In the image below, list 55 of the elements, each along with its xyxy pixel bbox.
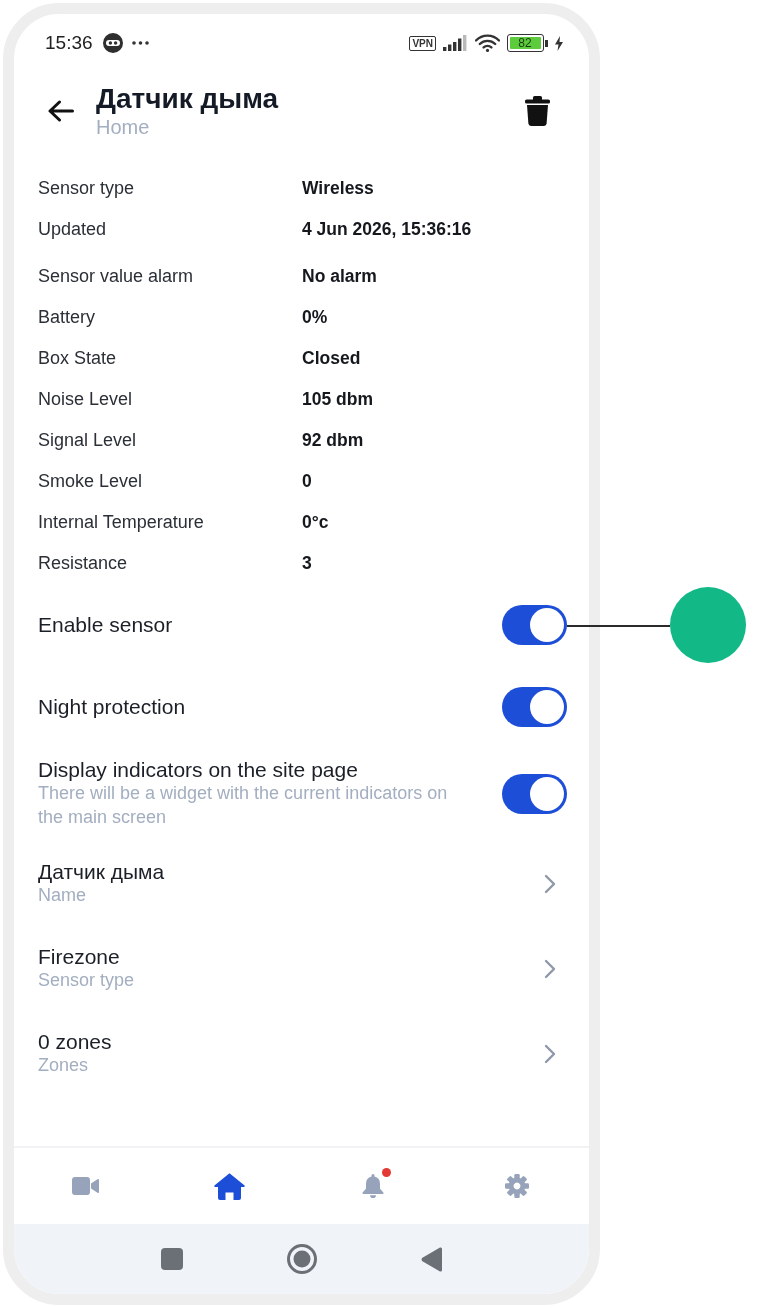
toggle-switch[interactable]	[502, 687, 567, 727]
detail-value: Wireless	[302, 178, 374, 199]
chevron-right-icon[interactable]	[544, 958, 556, 979]
battery-indicator: 82	[507, 34, 548, 52]
detail-value: 3	[302, 553, 312, 574]
detail-value: 0°c	[302, 512, 329, 533]
trash-icon[interactable]	[525, 96, 550, 126]
detail-label: Sensor value alarm	[38, 266, 194, 287]
toggle-description: There will be a widget with the current indicators on the main screen	[38, 782, 449, 829]
detail-value: No alarm	[302, 266, 377, 287]
toggle-label: Display indicators on the site page	[38, 758, 358, 782]
detail-label: Battery	[38, 307, 96, 328]
setting-subtitle: Zones	[38, 1054, 89, 1077]
circle-icon[interactable]	[287, 1244, 317, 1274]
screen-subtitle: Home	[96, 115, 150, 139]
signal-icon	[443, 35, 468, 51]
setting-subtitle: Name	[38, 884, 86, 907]
setting-title[interactable]: Firezone	[38, 945, 120, 968]
charging-bolt-icon	[555, 35, 563, 51]
chevron-right-icon[interactable]	[544, 1043, 556, 1064]
detail-label: Updated	[38, 219, 107, 240]
toggle-label: Enable sensor	[38, 613, 173, 637]
home-icon[interactable]	[214, 1172, 246, 1200]
toggle-label: Night protection	[38, 695, 186, 719]
detail-label: Sensor type	[38, 178, 135, 199]
chevron-right-icon[interactable]	[544, 873, 556, 894]
detail-value: 105 dbm	[302, 389, 373, 410]
settings-icon[interactable]	[505, 1174, 530, 1198]
detail-label: Signal Level	[38, 430, 137, 451]
more-icon	[131, 41, 149, 45]
detail-label: Internal Temperature	[38, 512, 204, 533]
detail-label: Box State	[38, 348, 117, 369]
detail-label: Smoke Level	[38, 471, 143, 492]
ninja-icon	[102, 33, 123, 53]
status-time: 15:36	[45, 32, 93, 54]
detail-value: 0	[302, 471, 312, 492]
detail-value: 4 Jun 2026, 15:36:16	[302, 219, 472, 240]
detail-label: Noise Level	[38, 389, 133, 410]
detail-value: 0%	[302, 307, 328, 328]
square-icon[interactable]	[161, 1248, 183, 1270]
setting-subtitle: Sensor type	[38, 969, 135, 992]
detail-value: 92 dbm	[302, 430, 364, 451]
vpn-indicator: VPN	[409, 35, 436, 51]
detail-value: Closed	[302, 348, 361, 369]
detail-label: Resistance	[38, 553, 128, 574]
video-camera-icon[interactable]	[72, 1177, 100, 1195]
setting-title[interactable]: 0 zones	[38, 1030, 112, 1053]
back-icon[interactable]	[421, 1246, 442, 1272]
toggle-switch[interactable]	[502, 605, 567, 645]
screen-title: Датчик дыма	[96, 83, 279, 115]
setting-title[interactable]: Датчик дыма	[38, 860, 165, 883]
back-arrow-icon[interactable]	[48, 100, 74, 122]
wifi-icon	[475, 34, 500, 52]
toggle-switch[interactable]	[502, 773, 567, 814]
bell-icon[interactable]	[362, 1174, 385, 1198]
